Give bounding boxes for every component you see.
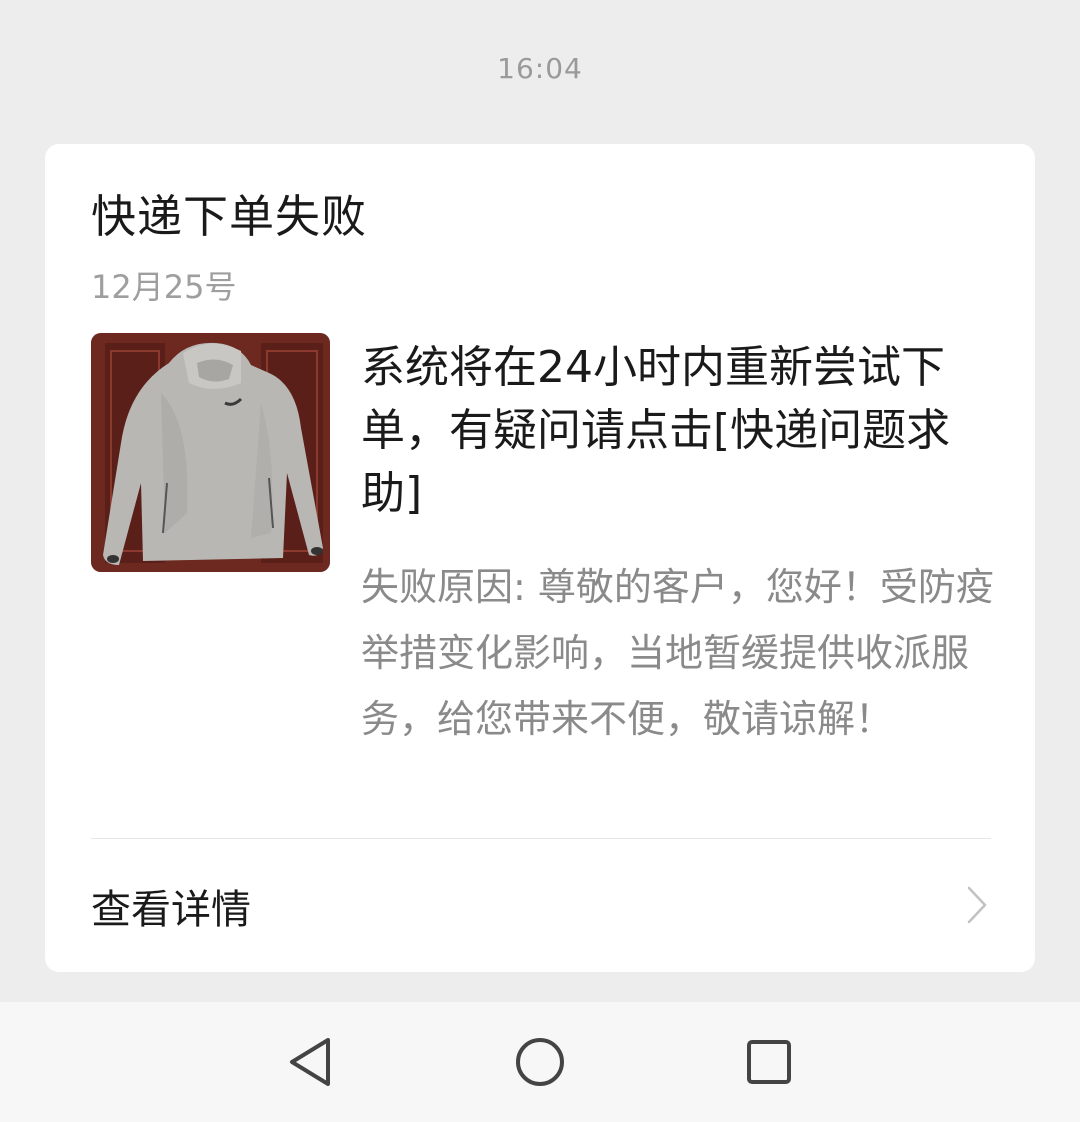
hoodie-photo-image [91,333,330,572]
card-headline[interactable]: 系统将在24小时内重新尝试下单，有疑问请点击[快递问题求助] [361,336,1001,525]
message-timestamp: 16:04 [497,52,583,85]
system-navigation-bar [0,1002,1080,1122]
back-triangle-icon [290,1038,330,1086]
recent-apps-button[interactable] [739,1032,799,1092]
home-button[interactable] [510,1032,570,1092]
chevron-right-icon [967,886,987,924]
product-thumbnail[interactable] [91,333,330,572]
home-circle-icon [516,1038,564,1086]
card-title: 快递下单失败 [91,190,368,243]
card-date: 12月25号 [91,268,237,306]
view-details-row[interactable]: 查看详情 [45,839,1035,972]
recent-square-icon [747,1040,791,1084]
failure-reason-text: 失败原因: 尊敬的客户，您好！受防疫举措变化影响，当地暂缓提供收派服务，给您带来… [361,565,994,741]
notification-card[interactable]: 快递下单失败 12月25号 系统将在24小时内重新尝试下单，有疑问请点击[快递问… [45,144,1035,972]
back-button[interactable] [280,1032,340,1092]
view-details-label: 查看详情 [91,887,251,933]
